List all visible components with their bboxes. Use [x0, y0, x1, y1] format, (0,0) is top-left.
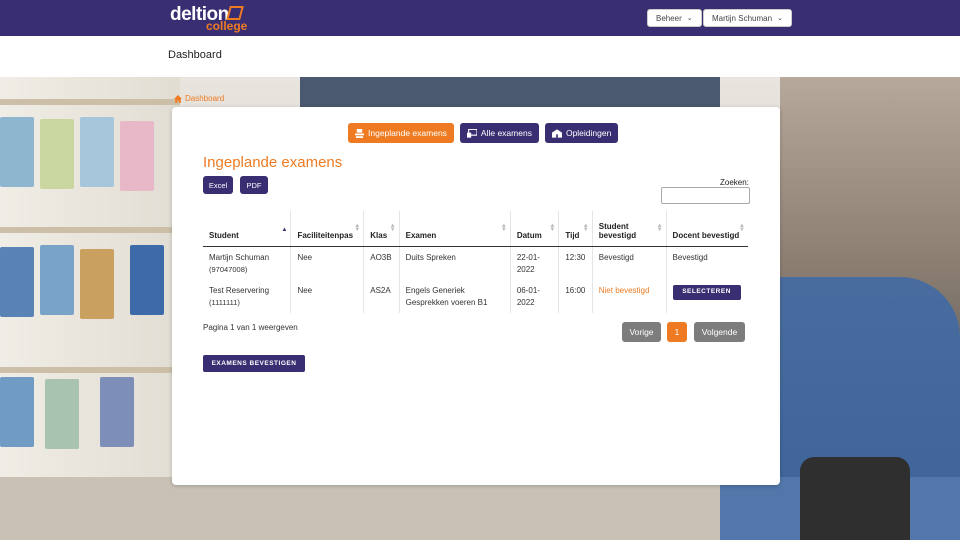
sort-icon: ▲ ▼	[656, 222, 663, 233]
breadcrumb[interactable]: Dashboard	[174, 94, 224, 103]
chair	[800, 457, 910, 540]
brochure	[0, 247, 34, 317]
page-1-button[interactable]: 1	[667, 322, 687, 342]
table-row: Martijn Schuman (97047008) Nee AO3B Duit…	[203, 246, 748, 280]
user-dropdown[interactable]: Martijn Schuman ⌄	[703, 9, 792, 27]
deltion-logo[interactable]: deltion college	[170, 4, 250, 33]
excel-export-button[interactable]: Excel	[203, 176, 233, 194]
breadcrumb-label: Dashboard	[185, 94, 225, 103]
brochure	[40, 245, 74, 315]
column-header-faciliteitenpas[interactable]: Faciliteitenpas ▲ ▼	[290, 211, 364, 247]
column-header-student[interactable]: Student ▲	[203, 211, 291, 247]
sort-icon: ▲ ▼	[549, 222, 556, 233]
sort-icon: ▲ ▼	[354, 222, 361, 233]
shelf-divider	[0, 227, 180, 233]
selecteren-button[interactable]: SELECTEREN	[672, 284, 741, 300]
logo-text-sub: college	[206, 19, 248, 33]
column-header-datum[interactable]: Datum ▲ ▼	[509, 211, 559, 247]
section-heading: Ingeplande examens	[203, 154, 343, 171]
cell-klas: AS2A	[363, 279, 400, 313]
tab-label: Ingeplande examens	[368, 128, 447, 138]
column-header-examen[interactable]: Examen ▲ ▼	[398, 211, 511, 247]
chevron-down-icon: ⌄	[686, 15, 693, 22]
sort-asc-icon: ▲	[281, 226, 288, 233]
cell-examen: Duits Spreken	[398, 246, 511, 280]
pdf-export-button[interactable]: PDF	[240, 176, 268, 194]
cell-examen: Engels Generiek Gesprekken voeren B1	[398, 279, 511, 313]
student-id: (1111111)	[209, 297, 240, 307]
student-id: (97047008)	[209, 264, 248, 274]
tab-opleidingen[interactable]: Opleidingen	[544, 123, 619, 143]
column-header-student-bevestigd[interactable]: Student bevestigd ▲ ▼	[591, 211, 667, 247]
column-header-docent-bevestigd[interactable]: Docent bevestigd ▲ ▼	[665, 211, 748, 247]
table-row: Test Reservering (1111111) Nee AS2A Enge…	[203, 279, 748, 313]
brochure	[120, 121, 154, 191]
logo-mark-icon	[226, 6, 244, 20]
beheer-dropdown[interactable]: Beheer ⌄	[647, 9, 702, 27]
sort-icon: ▲ ▼	[389, 222, 396, 233]
cell-docent-bevestigd: Bevestigd	[665, 246, 748, 280]
brochure	[80, 117, 114, 187]
brochure	[100, 377, 134, 447]
table-header-row: Student ▲ Faciliteitenpas ▲ ▼ Klas ▲ ▼ Examen…	[203, 211, 748, 247]
brochure	[80, 249, 114, 319]
brochure	[0, 117, 34, 187]
cell-faciliteitenpas: Nee	[290, 279, 364, 313]
cell-klas: AO3B	[363, 246, 400, 280]
confirm-exams-button[interactable]: EXAMENS BEVESTIGEN	[203, 355, 305, 372]
home-icon	[174, 94, 182, 103]
student-name: Test Reservering	[209, 285, 270, 295]
sort-icon: ▲ ▼	[739, 222, 745, 233]
beheer-label: Beheer	[656, 13, 682, 23]
cell-tijd: 16:00	[558, 279, 593, 313]
column-header-klas[interactable]: Klas ▲ ▼	[363, 211, 400, 247]
brochure	[40, 119, 74, 189]
shelf-divider	[0, 99, 180, 105]
tab-alle-examens[interactable]: Alle examens	[459, 123, 539, 143]
brochure	[0, 377, 34, 447]
pagination-info: Pagina 1 van 1 weergeven	[203, 323, 298, 332]
prev-page-button[interactable]: Vorige	[622, 322, 661, 342]
search-label: Zoeken:	[720, 178, 749, 187]
cell-datum: 06-01-2022	[509, 279, 559, 313]
sort-icon: ▲ ▼	[582, 222, 589, 233]
tab-label: Alle examens	[480, 128, 532, 138]
brochure	[130, 245, 164, 315]
monitor-icon	[466, 128, 477, 138]
school-icon	[551, 128, 562, 138]
chevron-down-icon: ⌄	[777, 15, 783, 22]
cell-student: Martijn Schuman (97047008)	[203, 246, 291, 280]
user-name: Martijn Schuman	[712, 13, 773, 23]
brochure	[45, 379, 79, 449]
page-title: Dashboard	[168, 49, 222, 61]
cell-student-bevestigd: Bevestigd	[591, 246, 667, 280]
cell-student-bevestigd: Niet bevestigd	[591, 279, 667, 313]
sort-icon: ▲ ▼	[500, 222, 507, 233]
shelf-divider	[0, 367, 180, 373]
cell-student: Test Reservering (1111111)	[203, 280, 291, 313]
column-header-tijd[interactable]: Tijd ▲ ▼	[558, 211, 593, 247]
cell-datum: 22-01-2022	[509, 246, 559, 280]
tab-ingeplande-examens[interactable]: Ingeplande examens	[348, 123, 454, 143]
main-card: Ingeplande examens Alle examens Opleidin…	[172, 107, 780, 485]
tab-bar: Ingeplande examens Alle examens Opleidin…	[348, 123, 619, 143]
search-input[interactable]	[661, 187, 750, 204]
top-navbar: deltion college Beheer ⌄ Martijn Schuman…	[0, 0, 960, 36]
cell-docent-bevestigd: SELECTEREN	[665, 279, 748, 313]
cell-faciliteitenpas: Nee	[290, 246, 364, 280]
exams-table: Student ▲ Faciliteitenpas ▲ ▼ Klas ▲ ▼ Examen…	[203, 211, 748, 313]
subheader: Dashboard	[0, 36, 960, 77]
exam-icon	[355, 128, 364, 138]
next-page-button[interactable]: Volgende	[694, 322, 745, 342]
cell-tijd: 12:30	[558, 246, 593, 280]
tab-label: Opleidingen	[565, 128, 612, 138]
student-name: Martijn Schuman	[209, 252, 270, 262]
